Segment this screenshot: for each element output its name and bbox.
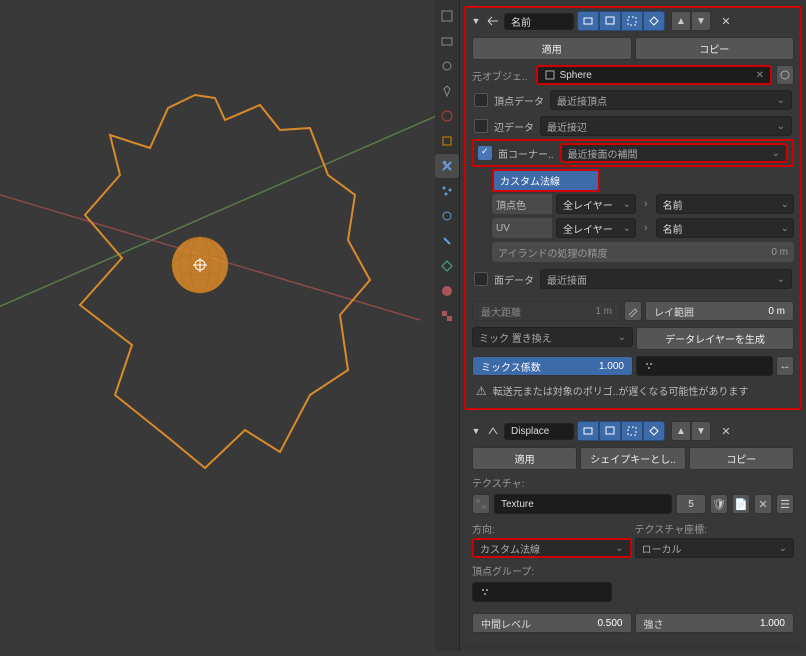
viewport-3d[interactable] (0, 0, 435, 651)
vertex-group-field[interactable] (636, 356, 773, 376)
tab-particles[interactable] (435, 179, 459, 203)
source-object-field[interactable]: Sphere ✕ (536, 65, 772, 85)
properties-panel: ▼ ▲ ▼ ✕ 適用 コピー 元オブジェ.. Sphere (459, 0, 806, 651)
vertex-data-checkbox[interactable] (474, 93, 488, 107)
texture-field[interactable]: Texture (494, 494, 672, 514)
unlink-icon[interactable]: ✕ (754, 494, 772, 514)
tab-output[interactable] (435, 29, 459, 53)
uv-src-dropdown[interactable]: 全レイヤー (556, 218, 636, 238)
clear-icon[interactable]: ✕ (756, 70, 764, 81)
vcol-src-dropdown[interactable]: 全レイヤー (556, 194, 636, 214)
apply-button[interactable]: 適用 (472, 447, 577, 470)
vertex-group-field[interactable] (472, 582, 612, 602)
fake-user-icon[interactable]: 🛡 (710, 494, 728, 514)
texture-label: テクスチャ: (472, 475, 528, 490)
face-data-checkbox[interactable] (474, 272, 488, 286)
ray-range-field[interactable]: レイ範囲0 m (645, 301, 794, 321)
displace-icon (485, 423, 501, 439)
texture-users[interactable]: 5 (676, 494, 706, 514)
tab-modifier[interactable] (435, 154, 459, 178)
modifier-name-input[interactable] (504, 13, 574, 30)
tab-scene[interactable] (435, 79, 459, 103)
disclosure-icon[interactable]: ▼ (470, 16, 482, 26)
display-render-icon[interactable] (577, 421, 599, 441)
face-corner-checkbox[interactable] (478, 146, 492, 160)
modifier-name-input[interactable] (504, 423, 574, 440)
mix-factor-field[interactable]: ミックス係数1.000 (472, 356, 633, 376)
mix-mode-dropdown[interactable]: ミック 置き換え (472, 327, 633, 347)
edge-data-label: 辺データ (494, 119, 534, 134)
tex-coord-dropdown[interactable]: ローカル (635, 538, 795, 558)
display-editmode-icon[interactable] (621, 11, 643, 31)
apply-shapekey-button[interactable]: シェイプキーとし.. (580, 447, 685, 470)
tab-viewlayer[interactable] (435, 54, 459, 78)
edge-data-checkbox[interactable] (474, 119, 488, 133)
face-mapping-dropdown[interactable]: 最近接面 (540, 269, 792, 289)
direction-dropdown[interactable]: カスタム法線 (472, 538, 632, 558)
tab-render[interactable] (435, 4, 459, 28)
disclosure-icon[interactable]: ▼ (470, 426, 482, 436)
object-picker-icon[interactable] (776, 65, 794, 85)
vertex-data-label: 頂点データ (494, 93, 544, 108)
property-tabs (435, 0, 459, 651)
move-down-button[interactable]: ▼ (691, 421, 711, 441)
tab-constraints[interactable] (435, 229, 459, 253)
tab-physics[interactable] (435, 204, 459, 228)
face-corner-label: 面コーナー.. (498, 146, 554, 161)
modifier-datatransfer: ▼ ▲ ▼ ✕ 適用 コピー 元オブジェ.. Sphere (464, 6, 802, 410)
texture-props-icon[interactable]: ☰ (776, 494, 794, 514)
invert-icon[interactable]: ↔ (776, 356, 794, 376)
move-down-button[interactable]: ▼ (691, 11, 711, 31)
display-cage-icon[interactable] (643, 421, 665, 441)
arrow-icon: › (640, 198, 652, 210)
new-texture-icon[interactable]: 📄 (732, 494, 750, 514)
copy-button[interactable]: コピー (689, 447, 794, 470)
vcol-dst-dropdown[interactable]: 名前 (656, 194, 794, 214)
tex-coord-label: テクスチャ座標: (635, 519, 795, 538)
display-viewport-icon[interactable] (599, 11, 621, 31)
datatransfer-icon (485, 13, 501, 29)
uv-label[interactable]: UV (492, 218, 552, 238)
texture-type-icon[interactable] (472, 494, 490, 514)
strength-field[interactable]: 強さ1.000 (635, 613, 795, 633)
tab-mesh[interactable] (435, 254, 459, 278)
display-viewport-icon[interactable] (599, 421, 621, 441)
generate-layers-button[interactable]: データレイヤーを生成 (636, 327, 794, 350)
apply-button[interactable]: 適用 (472, 37, 632, 60)
tab-texture[interactable] (435, 304, 459, 328)
custom-normals-toggle[interactable]: カスタム法線 (492, 169, 600, 192)
face-data-label: 面データ (494, 272, 534, 287)
display-render-icon[interactable] (577, 11, 599, 31)
warning-icon: ⚠ (476, 384, 487, 398)
modifier-displace: ▼ ▲ ▼ ✕ 適用 シェイプキーとし.. コピー テクスチャ: Texture (464, 416, 802, 644)
eyedropper-icon[interactable] (624, 301, 642, 321)
mid-level-field[interactable]: 中間レベル0.500 (472, 613, 632, 633)
face-corner-mapping-dropdown[interactable]: 最近接面の補間 (560, 143, 788, 163)
remove-modifier-button[interactable]: ✕ (716, 421, 736, 441)
island-precision-field[interactable]: アイランドの処理の精度 0 m (492, 242, 794, 262)
display-editmode-icon[interactable] (621, 421, 643, 441)
copy-button[interactable]: コピー (635, 37, 795, 60)
move-up-button[interactable]: ▲ (671, 11, 691, 31)
remove-modifier-button[interactable]: ✕ (716, 11, 736, 31)
tab-material[interactable] (435, 279, 459, 303)
edge-mapping-dropdown[interactable]: 最近接辺 (540, 116, 792, 136)
vgroup-label: 頂点グループ: (472, 563, 538, 578)
vertex-mapping-dropdown[interactable]: 最近接頂点 (550, 90, 792, 110)
move-up-button[interactable]: ▲ (671, 421, 691, 441)
vcol-label[interactable]: 頂点色 (492, 194, 552, 214)
warning-text: 転送元または対象のポリゴ..が遅くなる可能性があります (493, 383, 749, 398)
display-cage-icon[interactable] (643, 11, 665, 31)
tab-world[interactable] (435, 104, 459, 128)
tab-object[interactable] (435, 129, 459, 153)
direction-label: 方向: (472, 519, 632, 538)
arrow-icon: › (640, 222, 652, 234)
max-distance-field[interactable]: 最大距離1 m (472, 301, 621, 321)
uv-dst-dropdown[interactable]: 名前 (656, 218, 794, 238)
source-object-label: 元オブジェ.. (472, 68, 532, 83)
